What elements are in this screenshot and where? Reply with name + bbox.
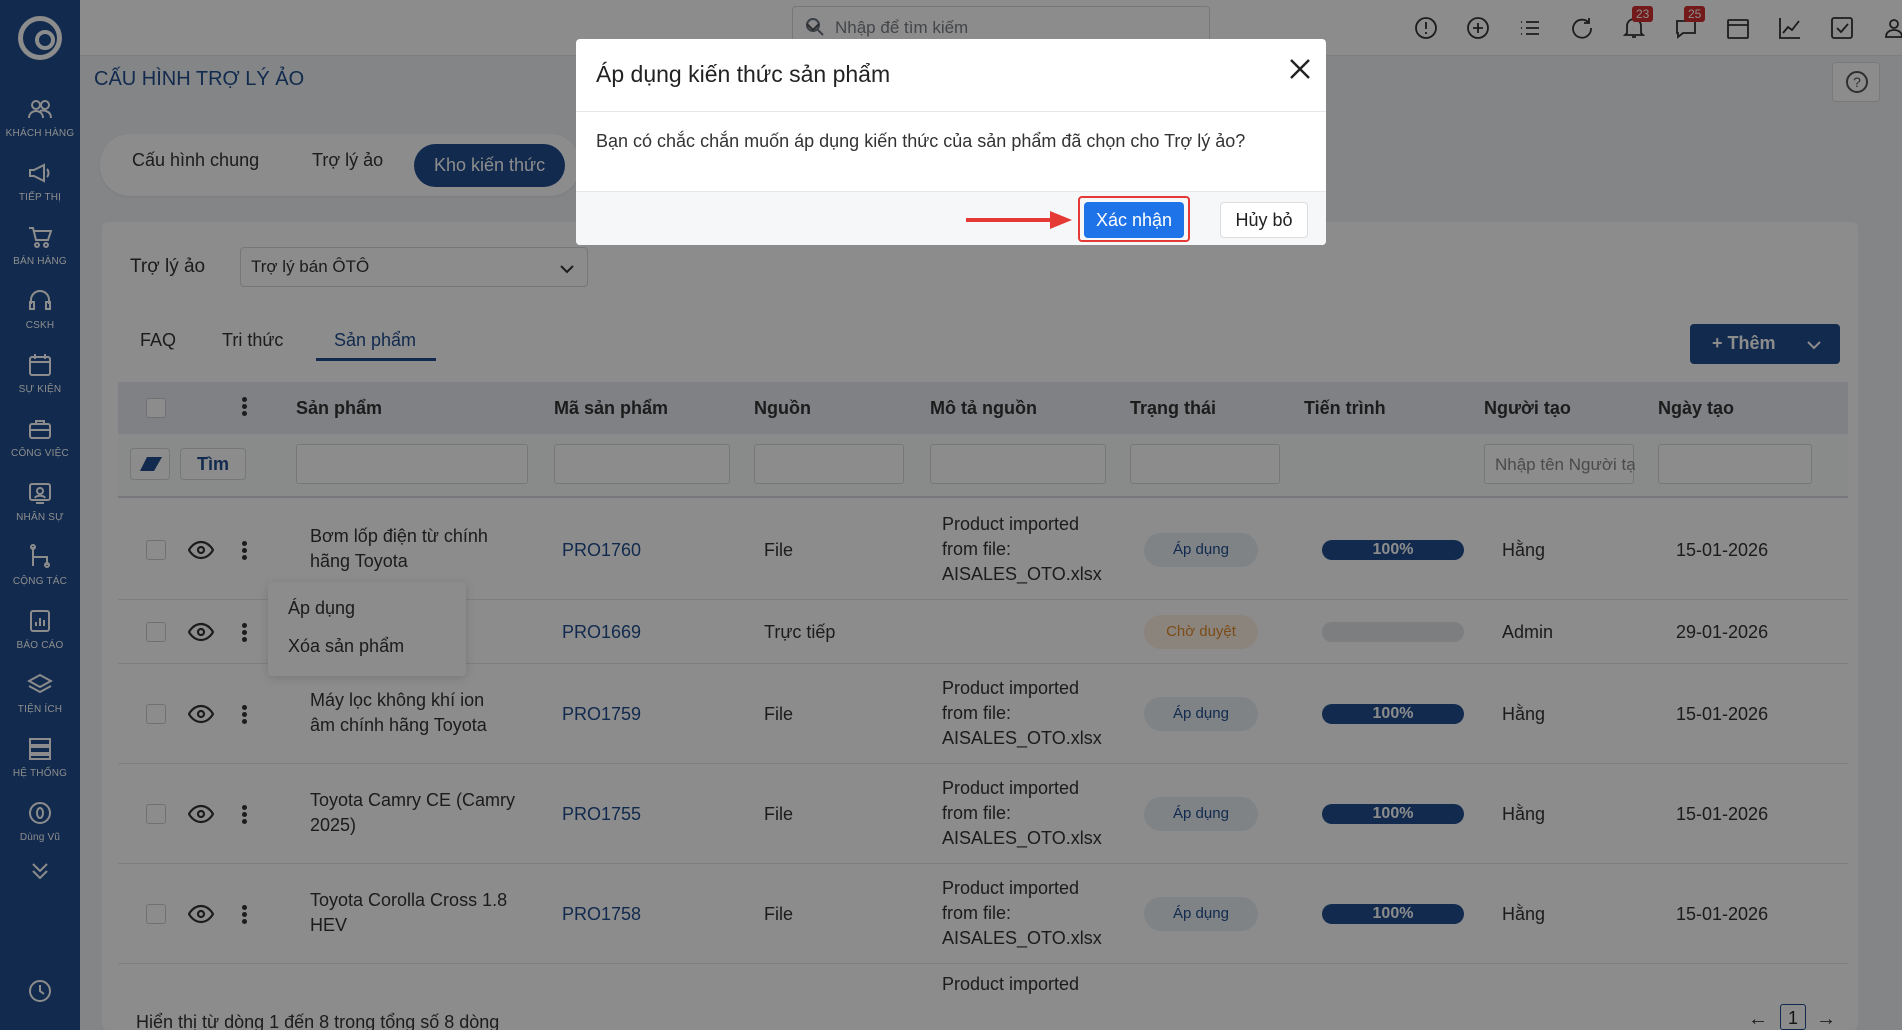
dialog-divider: [576, 111, 1326, 112]
close-icon: [1290, 59, 1310, 79]
confirm-button[interactable]: Xác nhận: [1084, 202, 1184, 238]
cancel-button[interactable]: Hủy bỏ: [1220, 202, 1308, 238]
close-button[interactable]: [1286, 55, 1314, 83]
confirm-dialog: Áp dụng kiến thức sản phẩm Bạn có chắc c…: [576, 39, 1326, 245]
red-arrow-annotation: [966, 211, 1072, 229]
dialog-footer: Xác nhận Hủy bỏ: [576, 191, 1326, 245]
dialog-title: Áp dụng kiến thức sản phẩm: [596, 61, 891, 87]
dialog-message: Bạn có chắc chắn muốn áp dụng kiến thức …: [596, 131, 1246, 151]
